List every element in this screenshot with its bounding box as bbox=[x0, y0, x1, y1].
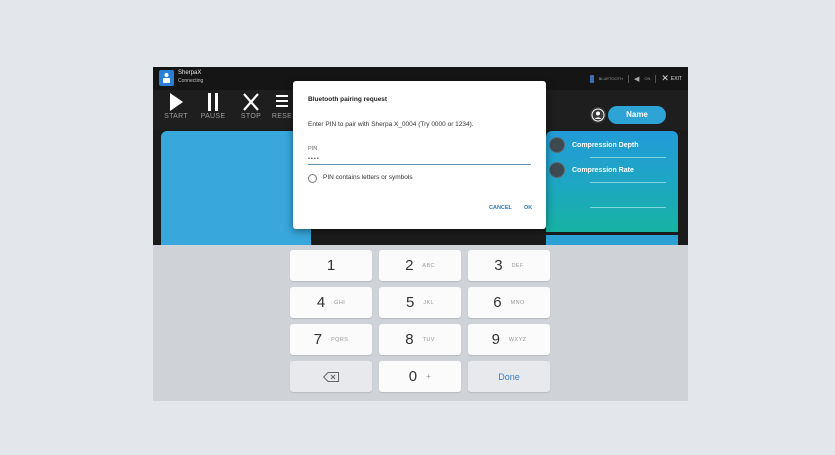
key-5[interactable]: 5 JKL bbox=[379, 287, 461, 318]
ok-button[interactable]: OK bbox=[524, 205, 532, 211]
gauge-icon bbox=[549, 162, 565, 178]
status-controls: BLUETOOTH ◀ ON ✕ EXIT bbox=[589, 73, 682, 84]
key-0[interactable]: 0 + bbox=[379, 361, 461, 392]
key-digit: 3 bbox=[494, 257, 503, 274]
divider bbox=[590, 157, 666, 158]
exit-label: EXIT bbox=[670, 75, 682, 82]
key-digit: 0 bbox=[408, 368, 418, 385]
pause-label: PAUSE bbox=[200, 113, 226, 120]
key-digit: 6 bbox=[493, 294, 502, 311]
speaker-icon[interactable]: ◀ bbox=[634, 75, 639, 83]
stop-button[interactable]: STOP bbox=[234, 92, 268, 120]
metrics-panel: Compression Depth Compression Rate bbox=[546, 131, 678, 232]
play-icon bbox=[170, 93, 183, 111]
key-letters: MNO bbox=[510, 299, 525, 306]
start-button[interactable]: START bbox=[159, 92, 193, 120]
key-letters: TUV bbox=[422, 336, 435, 343]
metric-label: Compression Rate bbox=[572, 166, 634, 174]
sound-label: ON bbox=[644, 76, 651, 81]
key-digit: 7 bbox=[313, 331, 323, 348]
letters-symbols-radio[interactable] bbox=[308, 174, 317, 183]
tablet-screen: SherpaX Connecting BLUETOOTH ◀ ON ✕ EXIT… bbox=[153, 67, 688, 401]
user-name-button[interactable]: Name bbox=[608, 106, 666, 124]
user-avatar-icon[interactable] bbox=[590, 107, 606, 123]
pause-icon bbox=[208, 93, 218, 111]
dialog-message: Enter PIN to pair with Sherpa X_0004 (Tr… bbox=[308, 121, 474, 128]
metric-row: Compression Rate bbox=[549, 161, 634, 179]
exit-button[interactable]: ✕ EXIT bbox=[661, 73, 682, 84]
numeric-keyboard: 1 2 ABC 3 DEF 4 GHI 5 JKL 6 MNO 7 PQRS 8 TUV 9 W… bbox=[153, 245, 688, 401]
key-3[interactable]: 3 DEF bbox=[468, 250, 550, 281]
pause-button[interactable]: PAUSE bbox=[196, 92, 230, 120]
key-letters: GHI bbox=[334, 299, 346, 306]
key-letters: WXYZ bbox=[508, 336, 527, 343]
app-logo-icon bbox=[159, 70, 174, 86]
key-4[interactable]: 4 GHI bbox=[290, 287, 372, 318]
divider bbox=[590, 207, 666, 208]
connection-status: Connecting bbox=[178, 78, 204, 84]
key-digit: 9 bbox=[491, 331, 500, 348]
key-1[interactable]: 1 bbox=[290, 250, 372, 281]
reset-button[interactable]: RESE bbox=[270, 92, 294, 120]
metric-label: Compression Depth bbox=[572, 141, 639, 149]
bluetooth-pairing-dialog: Bluetooth pairing request Enter PIN to p… bbox=[293, 81, 546, 229]
key-digit: 4 bbox=[316, 294, 326, 311]
metric-row: Compression Depth bbox=[549, 136, 639, 154]
key-digit: 8 bbox=[405, 331, 414, 348]
key-letters: ABC bbox=[422, 262, 435, 269]
key-7[interactable]: 7 PQRS bbox=[290, 324, 372, 355]
close-icon: ✕ bbox=[661, 73, 669, 83]
key-digit: 5 bbox=[405, 294, 415, 311]
key-2[interactable]: 2 ABC bbox=[379, 250, 461, 281]
list-icon bbox=[276, 95, 288, 107]
key-letters: JKL bbox=[423, 299, 435, 306]
key-6[interactable]: 6 MNO bbox=[468, 287, 550, 318]
key-digit: 1 bbox=[326, 257, 336, 274]
gauge-icon bbox=[549, 137, 565, 153]
done-label: Done bbox=[498, 371, 520, 382]
pin-input[interactable] bbox=[308, 154, 531, 165]
key-8[interactable]: 8 TUV bbox=[379, 324, 461, 355]
bluetooth-label: BLUETOOTH bbox=[598, 76, 623, 81]
key-plus: + bbox=[426, 372, 432, 381]
backspace-icon bbox=[323, 371, 339, 382]
stop-label: STOP bbox=[240, 113, 262, 120]
key-9[interactable]: 9 WXYZ bbox=[468, 324, 550, 355]
start-label: START bbox=[164, 113, 188, 120]
key-letters: PQRS bbox=[331, 336, 349, 343]
reset-label: RESE bbox=[271, 113, 293, 120]
divider bbox=[627, 74, 629, 83]
app-name: SherpaX bbox=[178, 70, 202, 76]
stop-icon bbox=[243, 93, 259, 111]
divider bbox=[590, 182, 666, 183]
divider bbox=[655, 74, 657, 83]
done-button[interactable]: Done bbox=[468, 361, 550, 392]
bluetooth-icon bbox=[589, 74, 594, 83]
key-letters: DEF bbox=[511, 262, 524, 269]
backspace-key[interactable] bbox=[290, 361, 372, 392]
cancel-button[interactable]: CANCEL bbox=[489, 205, 512, 211]
pin-label: PIN bbox=[308, 146, 318, 152]
key-digit: 2 bbox=[405, 257, 414, 274]
letters-symbols-label[interactable]: PIN contains letters or symbols bbox=[323, 174, 413, 181]
dialog-title: Bluetooth pairing request bbox=[308, 96, 388, 103]
